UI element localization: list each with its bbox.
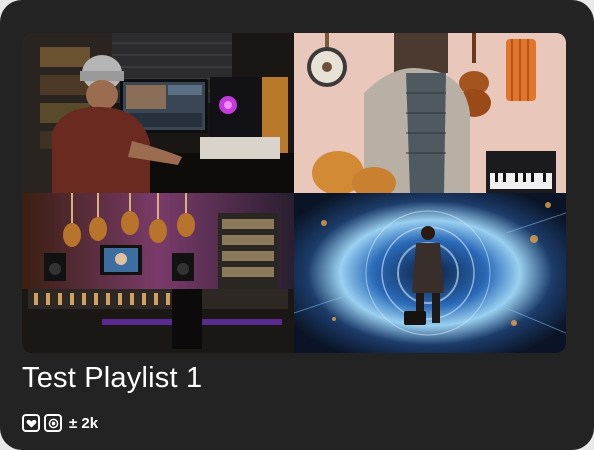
play-count: ± 2k — [69, 414, 99, 432]
thumbnail-instruments-wall — [294, 33, 566, 193]
playlist-title[interactable]: Test Playlist 1 — [22, 362, 202, 395]
thumbnail-futuristic-portal — [294, 193, 566, 353]
eye-icon[interactable] — [44, 414, 62, 432]
thumbnail-recording-studio — [22, 193, 294, 353]
playlist-card[interactable]: Test Playlist 1 ± 2k — [0, 0, 594, 450]
playlist-meta: ± 2k — [22, 413, 98, 433]
thumbnail-editing-studio — [22, 33, 294, 193]
heart-icon[interactable] — [22, 414, 40, 432]
playlist-thumbnail-mosaic[interactable] — [22, 33, 566, 353]
